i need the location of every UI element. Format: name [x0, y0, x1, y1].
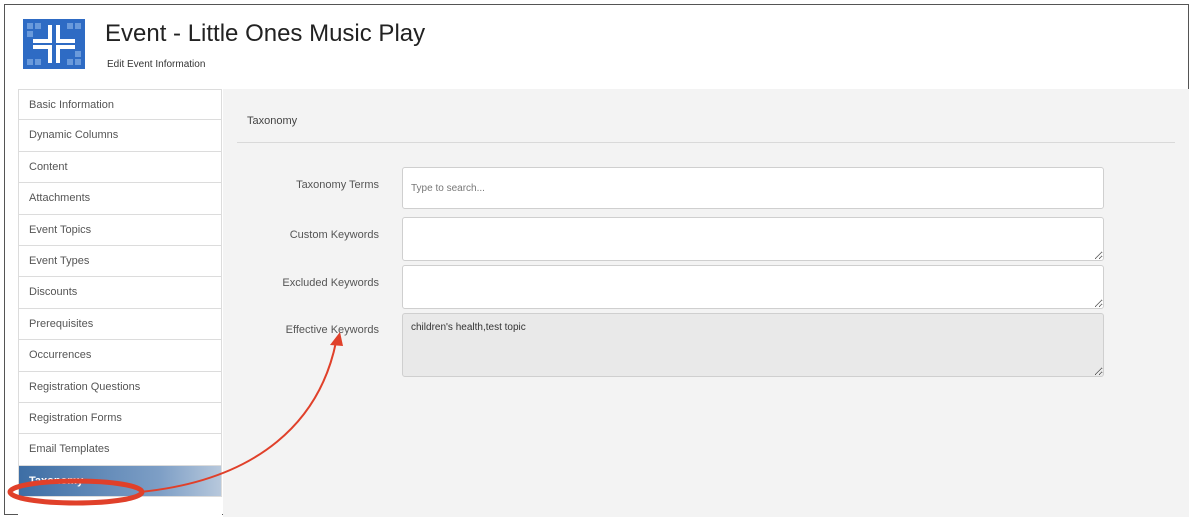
taxonomy-terms-label: Taxonomy Terms: [296, 179, 379, 191]
sidebar-item-prerequisites[interactable]: Prerequisites: [18, 308, 222, 341]
sidebar-item-discounts[interactable]: Discounts: [18, 277, 222, 309]
custom-keywords-label: Custom Keywords: [289, 229, 379, 241]
custom-keywords-textarea[interactable]: [402, 217, 1104, 261]
sidebar-item-event-topics[interactable]: Event Topics: [18, 214, 222, 246]
sidebar-item-email-templates[interactable]: Email Templates: [18, 434, 222, 466]
page-subtitle: Edit Event Information: [107, 59, 206, 70]
sidebar-item-basic-information[interactable]: Basic Information: [18, 89, 222, 121]
taxonomy-terms-input[interactable]: [402, 167, 1104, 209]
sidebar-item-content[interactable]: Content: [18, 151, 222, 184]
excluded-keywords-textarea[interactable]: [402, 265, 1104, 309]
sidebar-item-attachments[interactable]: Attachments: [18, 183, 222, 215]
page-header: Event - Little Ones Music Play Edit Even…: [19, 15, 1178, 81]
sidebar-item-occurrences[interactable]: Occurrences: [18, 340, 222, 372]
effective-keywords-textarea: children's health,test topic: [402, 313, 1104, 377]
sidebar-item-dynamic-columns[interactable]: Dynamic Columns: [18, 120, 222, 152]
sidebar-item-event-types[interactable]: Event Types: [18, 245, 222, 278]
app-window: Event - Little Ones Music Play Edit Even…: [4, 4, 1189, 517]
main-panel: Taxonomy Taxonomy Terms Custom Keywords …: [223, 89, 1189, 517]
sidebar-item-registration-questions[interactable]: Registration Questions: [18, 371, 222, 403]
excluded-keywords-label: Excluded Keywords: [282, 277, 379, 289]
sidebar-item-taxonomy[interactable]: Taxonomy: [18, 465, 222, 498]
sidebar-nav: Basic Information Dynamic Columns Content A…: [18, 89, 222, 517]
sidebar-item-registration-forms[interactable]: Registration Forms: [18, 402, 222, 435]
section-title: Taxonomy: [247, 115, 298, 127]
effective-keywords-label: Effective Keywords: [285, 324, 379, 336]
page-title: Event - Little Ones Music Play: [105, 20, 426, 47]
logo-icon: [23, 19, 85, 69]
section-divider: [237, 142, 1175, 143]
